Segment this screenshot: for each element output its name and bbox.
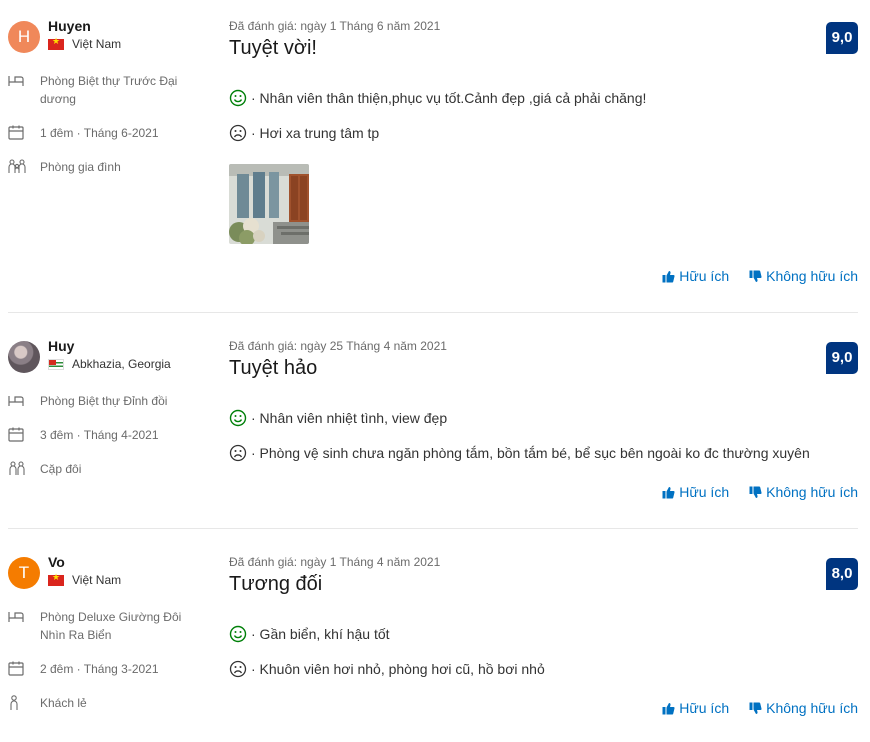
not-helpful-button[interactable]: Không hữu ích [749, 484, 858, 500]
helpful-button[interactable]: Hữu ích [662, 268, 729, 284]
stay-info: 1 đêm · Tháng 6-2021 [8, 124, 208, 142]
couple-icon [8, 460, 40, 478]
smile-icon [229, 89, 247, 107]
reviewer-country: Việt Nam [48, 572, 121, 587]
reviewer-country: Abkhazia, Georgia [48, 357, 171, 371]
review-actions: Hữu ích Không hữu ích [642, 268, 858, 284]
bed-icon [8, 392, 40, 410]
disliked-line: · Hơi xa trung tâm tp [229, 124, 379, 142]
thumbs-up-icon [662, 270, 675, 282]
liked-line: · Nhân viên nhiệt tình, view đẹp [229, 409, 447, 427]
flag-icon [48, 358, 64, 370]
score-badge: 9,0 [826, 342, 858, 374]
person-icon [8, 694, 40, 712]
disliked-line: · Khuôn viên hơi nhỏ, phòng hơi cũ, hồ b… [229, 660, 545, 678]
stay-info: 3 đêm · Tháng 4-2021 [8, 426, 208, 444]
score-badge: 9,0 [826, 22, 858, 54]
liked-line: · Nhân viên thân thiện,phục vụ tốt.Cảnh … [229, 89, 646, 107]
frown-icon [229, 124, 247, 142]
thumbs-down-icon [749, 270, 762, 282]
not-helpful-button[interactable]: Không hữu ích [749, 268, 858, 284]
thumbs-down-icon [749, 702, 762, 714]
review-title: Tuyệt vời! [229, 37, 317, 59]
reviewer-info: H Huyen Việt Nam Phòng Biệt thự Trước Đạ… [8, 18, 208, 174]
calendar-icon [8, 426, 40, 444]
frown-icon [229, 660, 247, 678]
not-helpful-button[interactable]: Không hữu ích [749, 700, 858, 716]
calendar-icon [8, 660, 40, 678]
room-type: Phòng Biệt thự Đỉnh đồi [8, 392, 208, 410]
smile-icon [229, 625, 247, 643]
thumbs-down-icon [749, 486, 762, 498]
review-title: Tuyệt hảo [229, 357, 318, 379]
review-actions: Hữu ích Không hữu ích [642, 484, 858, 500]
reviewer-info: T Vo Việt Nam Phòng Deluxe Giường Đôi Nh… [8, 554, 208, 710]
traveler-type: Cặp đôi [8, 460, 208, 478]
bed-icon [8, 72, 40, 90]
review-date: Đã đánh giá: ngày 1 Tháng 6 năm 2021 [229, 19, 441, 33]
reviewer-name: Huy [48, 338, 75, 354]
review-divider [8, 312, 858, 313]
avatar: H [8, 21, 40, 53]
room-type: Phòng Biệt thự Trước Đại dương [8, 72, 208, 108]
stay-info: 2 đêm · Tháng 3-2021 [8, 660, 208, 678]
liked-line: · Gần biển, khí hậu tốt [229, 625, 390, 643]
room-type: Phòng Deluxe Giường Đôi Nhìn Ra Biển [8, 608, 208, 644]
frown-icon [229, 444, 247, 462]
review-divider [8, 528, 858, 529]
review-title: Tương đối [229, 573, 323, 595]
calendar-icon [8, 124, 40, 142]
flag-icon [48, 36, 64, 50]
traveler-type: Khách lẻ [8, 694, 208, 712]
reviewer-country: Việt Nam [48, 36, 121, 51]
avatar [8, 341, 40, 373]
score-badge: 8,0 [826, 558, 858, 590]
family-icon [8, 158, 40, 176]
disliked-line: · Phòng vệ sinh chưa ngăn phòng tắm, bồn… [229, 444, 810, 462]
review-date: Đã đánh giá: ngày 1 Tháng 4 năm 2021 [229, 555, 441, 569]
review-photo[interactable] [229, 164, 309, 244]
avatar: T [8, 557, 40, 589]
flag-icon [48, 572, 64, 586]
helpful-button[interactable]: Hữu ích [662, 700, 729, 716]
reviewer-info: Huy Abkhazia, Georgia Phòng Biệt thự Đỉn… [8, 338, 208, 476]
reviewer-name: Huyen [48, 18, 91, 34]
review-actions: Hữu ích Không hữu ích [642, 700, 858, 716]
bed-icon [8, 608, 40, 626]
traveler-type: Phòng gia đình [8, 158, 208, 176]
helpful-button[interactable]: Hữu ích [662, 484, 729, 500]
thumbs-up-icon [662, 702, 675, 714]
thumbs-up-icon [662, 486, 675, 498]
reviewer-name: Vo [48, 554, 65, 570]
smile-icon [229, 409, 247, 427]
review-date: Đã đánh giá: ngày 25 Tháng 4 năm 2021 [229, 339, 447, 353]
